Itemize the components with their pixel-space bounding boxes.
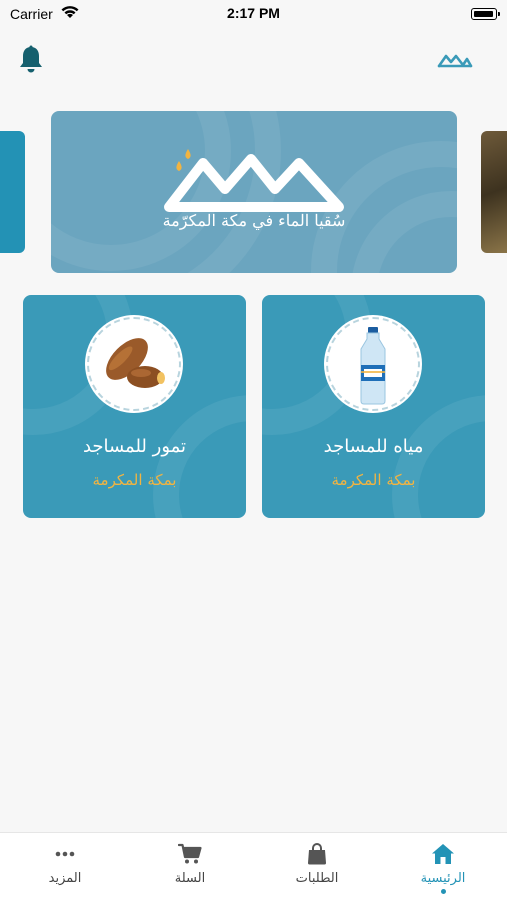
status-bar: Carrier 2:17 PM [0, 0, 507, 30]
brand-logo-icon [437, 54, 473, 68]
brand-logo-icon [164, 149, 344, 212]
clock: 2:17 PM [227, 5, 280, 21]
battery-icon [471, 8, 500, 20]
dates-icon [106, 338, 165, 388]
product-image [326, 317, 420, 411]
tab-label: الرئيسية [420, 871, 466, 886]
bottom-tab-bar: المزيد السلة الطلبات الرئيسية [0, 832, 507, 900]
active-indicator [440, 889, 446, 894]
shopping-bag-icon [308, 843, 326, 865]
product-subtitle: بمكة المكرمة [92, 471, 177, 489]
tab-orders[interactable]: الطلبات [272, 843, 362, 886]
bell-icon[interactable] [18, 45, 44, 75]
product-subtitle: بمكة المكرمة [331, 471, 416, 489]
product-card-dates[interactable]: تمور للمساجد بمكة المكرمة [23, 295, 246, 518]
product-title: تمور للمساجد [82, 436, 187, 457]
carousel-next-slide[interactable] [481, 131, 507, 253]
tab-home[interactable]: الرئيسية [398, 843, 488, 894]
tab-label: الطلبات [295, 871, 339, 886]
tab-label: السلة [174, 871, 206, 886]
more-icon [55, 851, 75, 857]
banner-slogan: سُقيا الماء في مكة المكرّمة [162, 211, 346, 230]
tab-more[interactable]: المزيد [20, 843, 110, 886]
cart-icon [178, 843, 202, 864]
product-image [87, 317, 181, 411]
water-bottle-icon [360, 327, 386, 405]
carousel-prev-slide[interactable] [0, 131, 25, 253]
product-title: مياه للمساجد [323, 436, 424, 457]
home-icon [432, 844, 454, 864]
banner-slide[interactable]: سُقيا الماء في مكة المكرّمة [51, 111, 457, 273]
product-card-water[interactable]: مياه للمساجد بمكة المكرمة [262, 295, 485, 518]
tab-label: المزيد [48, 871, 82, 886]
tab-cart[interactable]: السلة [145, 843, 235, 886]
